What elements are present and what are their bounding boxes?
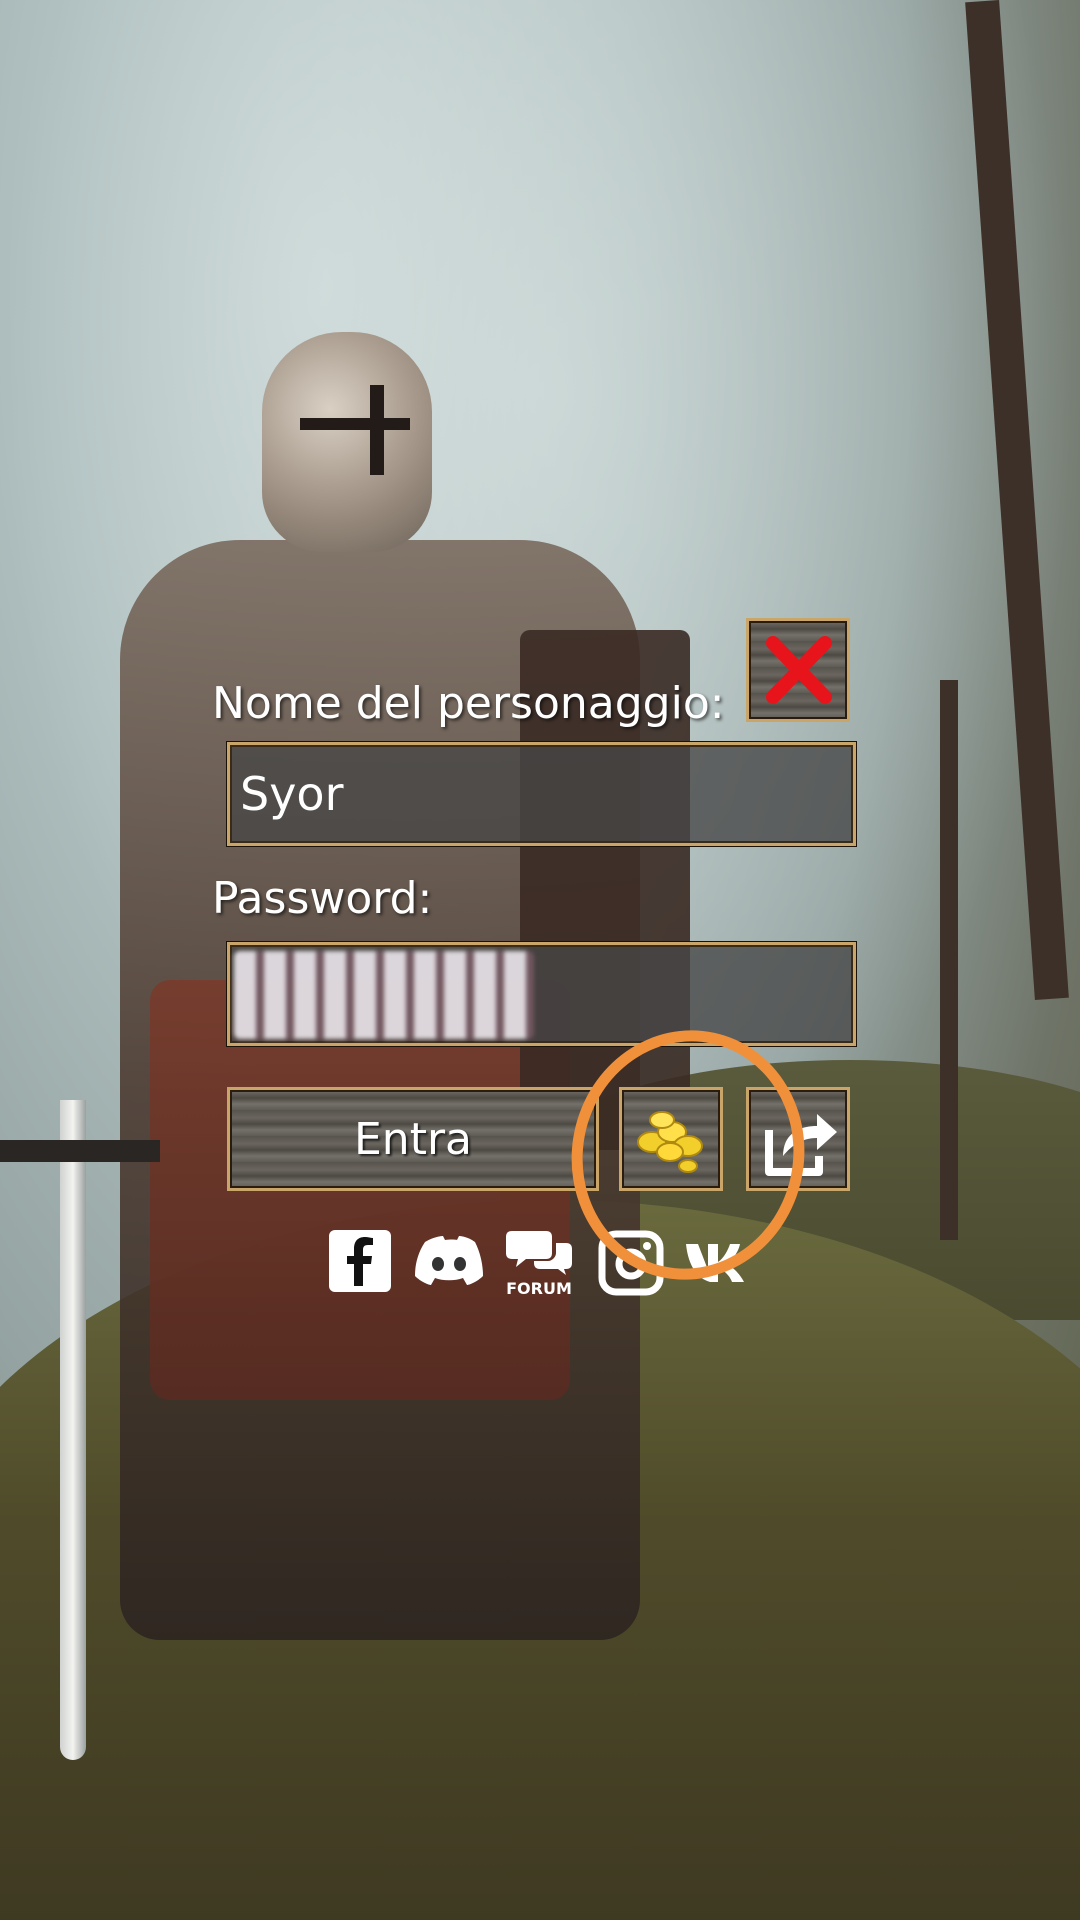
sword-guard [0, 1140, 160, 1162]
facebook-link[interactable] [327, 1228, 393, 1294]
close-button[interactable] [746, 618, 850, 722]
password-label: Password: [212, 873, 433, 924]
discord-icon [415, 1236, 483, 1285]
tree-trunk [940, 680, 958, 1240]
close-icon [766, 636, 832, 704]
name-label: Nome del personaggio: [212, 678, 725, 729]
knight-helmet [262, 332, 432, 552]
discord-link[interactable] [413, 1232, 485, 1290]
sword-blade [60, 1100, 86, 1760]
facebook-icon [329, 1230, 391, 1292]
helmet-slit [370, 385, 384, 475]
forum-icon [506, 1230, 572, 1275]
forum-link[interactable]: FORUM [500, 1222, 578, 1300]
character-name-input[interactable]: Syor [227, 742, 856, 846]
helmet-slit [300, 418, 410, 430]
password-masked-value [234, 951, 534, 1039]
forum-label: FORUM [506, 1278, 572, 1298]
enter-button[interactable]: Entra [227, 1087, 599, 1191]
password-input[interactable] [227, 942, 856, 1046]
enter-button-label: Entra [354, 1113, 472, 1165]
